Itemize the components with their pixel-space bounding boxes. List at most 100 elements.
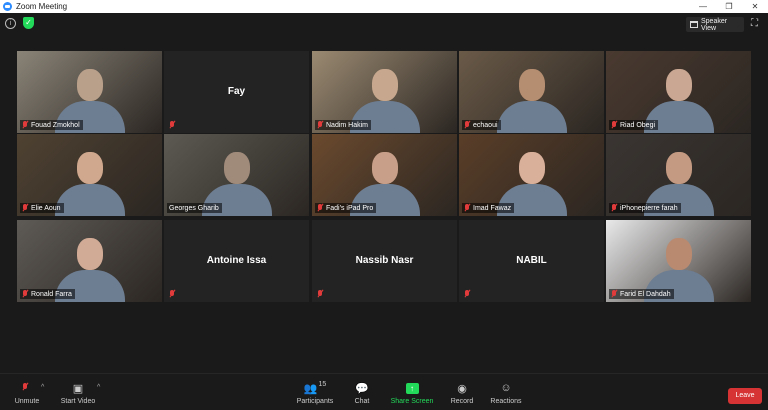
restore-button[interactable]: ❐: [716, 0, 742, 13]
participant-tile[interactable]: echaoui: [459, 51, 604, 133]
mic-muted-icon: [464, 204, 470, 212]
participant-tile[interactable]: Fay: [164, 51, 309, 133]
participant-name-label: Imad Fawaz: [473, 204, 512, 212]
speaker-view-label: Speaker View: [700, 17, 728, 32]
participant-name-label: iPhonepierre farah: [620, 204, 678, 212]
participant-tile[interactable]: Nassib Nasr: [312, 220, 457, 302]
participant-tile[interactable]: Antoine Issa: [164, 220, 309, 302]
person-body: [496, 101, 567, 133]
shield-icon[interactable]: ✓: [23, 17, 34, 29]
zoom-logo-icon: [3, 2, 12, 11]
share-screen-icon: ↑: [405, 382, 419, 394]
participant-name-label: Fouad Zmokhol: [31, 121, 80, 129]
person-face: [76, 69, 103, 101]
mic-muted-icon: [464, 121, 470, 129]
participant-tile[interactable]: Riad Obegi: [606, 51, 751, 133]
participant-tile[interactable]: NABIL: [459, 220, 604, 302]
mic-muted-icon: [611, 121, 617, 129]
participant-tile[interactable]: Georges Gharib: [164, 134, 309, 216]
person-face: [665, 152, 692, 184]
video-options-chevron-icon[interactable]: ^: [97, 384, 100, 391]
participant-name-label: Ronald Farra: [31, 290, 72, 298]
participant-nameplate: Georges Gharib: [167, 203, 222, 213]
participant-nameplate: Nadim Hakim: [315, 120, 372, 130]
participant-nameplate: [167, 120, 181, 130]
participant-name-label: Farid El Dahdah: [620, 290, 671, 298]
video-off-icon: ▣: [72, 382, 84, 395]
leave-button[interactable]: Leave: [728, 388, 762, 404]
person-face: [371, 69, 398, 101]
fullscreen-icon[interactable]: ⛶: [751, 19, 761, 29]
unmute-button[interactable]: Unmute: [8, 379, 46, 405]
participant-nameplate: Imad Fawaz: [462, 203, 515, 213]
participant-name-label: Riad Obegi: [620, 121, 656, 129]
unmute-label: Unmute: [14, 398, 40, 405]
person-face: [518, 69, 545, 101]
mic-muted-icon: [22, 204, 28, 212]
person-face: [223, 152, 250, 184]
reactions-label: Reactions: [490, 398, 522, 405]
participants-icon: 👥: [303, 382, 318, 395]
participant-tile[interactable]: Fouad Zmokhol: [17, 51, 162, 133]
title-bar: Zoom Meeting — ❐ ✕: [0, 0, 768, 13]
participant-nameplate: [462, 289, 476, 299]
participant-name-label: echaoui: [473, 121, 498, 129]
start-video-label: Start Video: [60, 398, 96, 405]
window-title: Zoom Meeting: [16, 2, 68, 11]
participant-tile[interactable]: Ronald Farra: [17, 220, 162, 302]
mic-muted-icon: [317, 290, 323, 298]
share-screen-label: Share Screen: [390, 398, 434, 405]
participant-nameplate: Elie Aoun: [20, 203, 64, 213]
participant-display-name: Antoine Issa: [206, 255, 267, 266]
mic-muted-icon: [22, 290, 28, 298]
share-screen-button[interactable]: ↑ Share Screen: [389, 379, 435, 405]
speaker-view-button[interactable]: Speaker View: [686, 17, 744, 32]
record-icon: ◉: [457, 382, 467, 395]
person-face: [665, 238, 692, 270]
audio-options-chevron-icon[interactable]: ^: [41, 384, 44, 391]
mic-muted-icon: [169, 290, 175, 298]
participant-tile[interactable]: Elie Aoun: [17, 134, 162, 216]
reactions-icon: ☺: [500, 382, 512, 394]
participant-nameplate: Fouad Zmokhol: [20, 120, 83, 130]
layout-icon: [690, 21, 698, 28]
participant-name-label: Nadim Hakim: [326, 121, 369, 129]
mic-muted-icon: [169, 121, 175, 129]
participant-nameplate: Ronald Farra: [20, 289, 75, 299]
mic-muted-icon: [317, 204, 323, 212]
participant-nameplate: iPhonepierre farah: [609, 203, 681, 213]
mic-muted-icon: [22, 382, 30, 394]
participant-tile[interactable]: Farid El Dahdah: [606, 220, 751, 302]
participants-button[interactable]: 👥 15 Participants: [293, 379, 337, 406]
mic-muted-icon: [464, 290, 470, 298]
reactions-button[interactable]: ☺ Reactions: [489, 379, 523, 405]
info-icon[interactable]: i: [5, 18, 16, 29]
close-button[interactable]: ✕: [742, 0, 768, 13]
participant-name-label: Georges Gharib: [169, 204, 219, 212]
chat-button[interactable]: 💬 Chat: [350, 379, 374, 406]
participant-display-name: Nassib Nasr: [355, 255, 414, 266]
participant-display-name: Fay: [227, 86, 246, 97]
participant-tile[interactable]: Fadi's iPad Pro: [312, 134, 457, 216]
participant-tile[interactable]: Nadim Hakim: [312, 51, 457, 133]
meeting-toolbar: Unmute ^ ▣ Start Video ^ 👥 15 Participant…: [0, 373, 768, 410]
participant-nameplate: [315, 289, 329, 299]
participants-count: 15: [318, 380, 327, 388]
person-body: [54, 184, 125, 216]
mic-muted-icon: [611, 204, 617, 212]
participants-label: Participants: [296, 398, 334, 405]
person-face: [76, 238, 103, 270]
participant-tile[interactable]: iPhonepierre farah: [606, 134, 751, 216]
participant-tile[interactable]: Imad Fawaz: [459, 134, 604, 216]
participant-name-label: Fadi's iPad Pro: [326, 204, 374, 212]
minimize-button[interactable]: —: [690, 0, 716, 13]
record-button[interactable]: ◉ Record: [448, 379, 476, 406]
participant-nameplate: Riad Obegi: [609, 120, 659, 130]
start-video-button[interactable]: ▣ Start Video: [58, 379, 98, 406]
participant-nameplate: Farid El Dahdah: [609, 289, 674, 299]
person-face: [665, 69, 692, 101]
mic-muted-icon: [22, 121, 28, 129]
person-face: [76, 152, 103, 184]
gallery-view: Fouad Zmokhol Fay Nadim Hakim echaoui Riad O…: [0, 35, 768, 373]
chat-icon: 💬: [355, 382, 369, 395]
